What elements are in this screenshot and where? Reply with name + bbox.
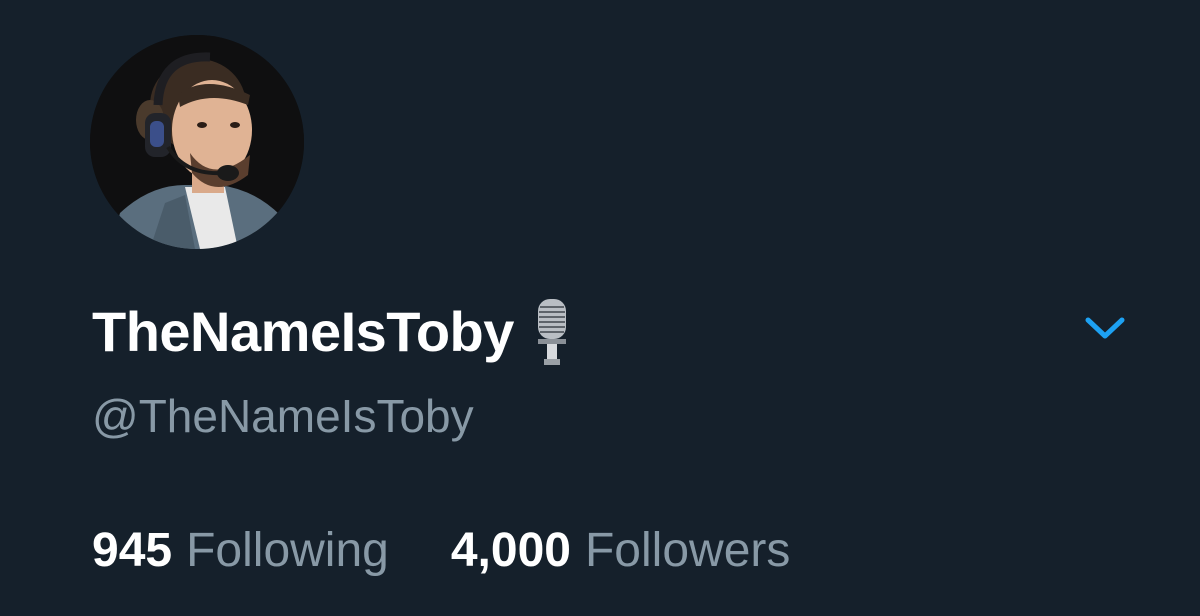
avatar[interactable]: [90, 35, 304, 249]
followers-label: Followers: [584, 524, 791, 577]
following-link[interactable]: 945 Following: [92, 527, 389, 575]
avatar-photo: [90, 35, 304, 249]
profile-header: TheNameIsToby @TheNameIsToby 945 Followi…: [0, 0, 1200, 616]
display-name-row: TheNameIsToby: [92, 292, 572, 372]
username-handle: @TheNameIsToby: [92, 390, 474, 442]
following-count: 945: [92, 524, 173, 577]
follow-stats: 945 Following 4,000 Followers: [92, 527, 790, 575]
chevron-down-icon[interactable]: [1084, 312, 1126, 344]
following-label: Following: [186, 524, 389, 577]
followers-link[interactable]: 4,000 Followers: [451, 527, 791, 575]
display-name: TheNameIsToby: [92, 300, 514, 363]
studio-microphone-icon: [532, 297, 572, 367]
followers-count: 4,000: [450, 524, 571, 577]
